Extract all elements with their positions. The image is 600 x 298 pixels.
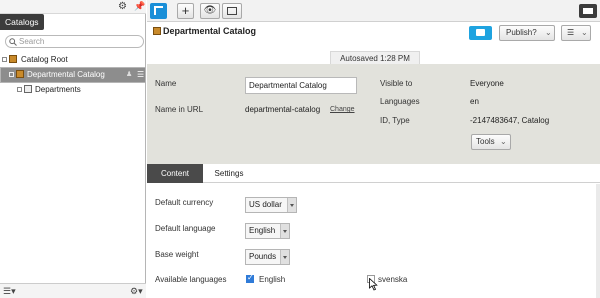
content-form: Default currency US dollar Default langu… <box>147 184 600 298</box>
menu-icon[interactable]: ☰ <box>137 68 144 82</box>
visible-label: Visible to <box>380 79 413 88</box>
currency-label: Default currency <box>155 198 214 207</box>
panel-toolbar: ⚙ 📌 <box>0 0 146 14</box>
tree-item-departments[interactable]: Departments <box>0 83 146 96</box>
tree-icon <box>154 6 163 15</box>
comments-button[interactable] <box>469 26 492 40</box>
svenska-label: svenska <box>378 275 408 284</box>
catalogs-tab[interactable]: Catalogs <box>0 14 44 30</box>
language-select[interactable]: English <box>245 223 290 239</box>
list-icon: ☰ <box>567 28 575 37</box>
eye-icon: 👁 <box>203 5 217 16</box>
tab-settings[interactable]: Settings <box>205 164 253 183</box>
language-label: Default language <box>155 224 216 233</box>
tree-label: Departments <box>35 85 81 94</box>
tree-label: Departmental Catalog <box>27 70 105 79</box>
folder-icon <box>583 8 593 14</box>
dropdown-arrow-icon <box>287 198 296 212</box>
tab-content[interactable]: Content <box>147 164 203 183</box>
search-input[interactable] <box>19 36 139 47</box>
navigation-toggle-button[interactable] <box>150 3 167 19</box>
language-value: English <box>249 226 276 235</box>
catalog-panel: ⚙ 📌 Catalogs Catalog Root Departmental C… <box>0 0 146 298</box>
name-label: Name <box>155 79 177 88</box>
tools-label: Tools <box>476 137 495 146</box>
catalog-icon <box>153 27 161 35</box>
chat-icon <box>476 29 485 36</box>
gear-menu-icon[interactable]: ⚙▾ <box>130 286 143 297</box>
weight-value: Pounds <box>249 252 277 261</box>
chevron-down-icon: ⌄ <box>500 137 507 146</box>
node-icon <box>24 85 32 93</box>
languages-value: en <box>470 97 479 106</box>
collapse-icon[interactable] <box>2 57 7 62</box>
compare-button[interactable] <box>222 3 242 19</box>
content-tabs: Content Settings <box>147 164 600 183</box>
list-menu-icon[interactable]: ☰▾ <box>3 286 16 297</box>
gear-icon[interactable]: ⚙ <box>118 1 127 12</box>
visible-value: Everyone <box>470 79 504 88</box>
languages-label: Languages <box>380 97 420 106</box>
currency-value: US dollar <box>249 200 282 209</box>
weight-select[interactable]: Pounds <box>245 249 290 265</box>
publish-label: Publish? <box>506 28 537 37</box>
preview-button[interactable]: 👁 <box>200 3 220 19</box>
tree-label: Catalog Root <box>21 55 68 64</box>
options-menu-button[interactable]: ☰ ⌄ <box>561 25 591 41</box>
weight-label: Base weight <box>155 250 199 259</box>
available-languages-label: Available languages <box>155 275 227 284</box>
main-toolbar: + 👁 <box>147 0 600 22</box>
tree-item-catalog-root[interactable]: Catalog Root <box>0 53 146 66</box>
tree-item-departmental-catalog[interactable]: Departmental Catalog ♟ ☰ <box>0 67 146 83</box>
collapse-icon[interactable] <box>9 72 14 77</box>
pin-icon[interactable]: 📌 <box>134 1 145 12</box>
publish-button[interactable]: Publish? ⌄ <box>499 25 555 41</box>
url-value: departmental-catalog <box>245 105 321 114</box>
dropdown-arrow-icon <box>280 224 289 238</box>
url-label: Name in URL <box>155 105 204 114</box>
dropdown-arrow-icon <box>280 250 289 264</box>
catalog-icon <box>16 70 24 78</box>
add-button[interactable]: + <box>177 3 194 19</box>
user-icon: ♟ <box>126 71 133 78</box>
search-icon <box>9 38 17 46</box>
english-checkbox[interactable] <box>246 273 254 283</box>
catalog-icon <box>9 55 17 63</box>
name-input[interactable]: Departmental Catalog <box>245 77 357 94</box>
name-value: Departmental Catalog <box>249 81 327 90</box>
change-link[interactable]: Change <box>330 106 355 113</box>
autosave-status: Autosaved 1:28 PM <box>330 51 420 64</box>
search-field[interactable] <box>5 35 144 48</box>
content-header: Departmental Catalog Publish? ⌄ ☰ ⌄ Auto… <box>147 22 600 64</box>
view-icon <box>227 7 237 15</box>
panel-footer: ☰▾ ⚙▾ <box>0 283 146 298</box>
english-label: English <box>259 275 286 284</box>
expand-icon[interactable] <box>17 87 22 92</box>
id-label: ID, Type <box>380 116 410 125</box>
currency-select[interactable]: US dollar <box>245 197 297 213</box>
chevron-down-icon: ⌄ <box>581 28 588 37</box>
chevron-down-icon: ⌄ <box>545 28 552 37</box>
properties-panel: Name Departmental Catalog Name in URL de… <box>147 64 600 164</box>
page-title: Departmental Catalog <box>163 26 257 36</box>
cursor-icon <box>369 278 378 291</box>
id-value: -2147483647, Catalog <box>470 116 550 125</box>
tools-button[interactable]: Tools ⌄ <box>471 134 511 150</box>
folder-button[interactable] <box>579 4 597 18</box>
right-scrollbar[interactable] <box>596 184 600 298</box>
